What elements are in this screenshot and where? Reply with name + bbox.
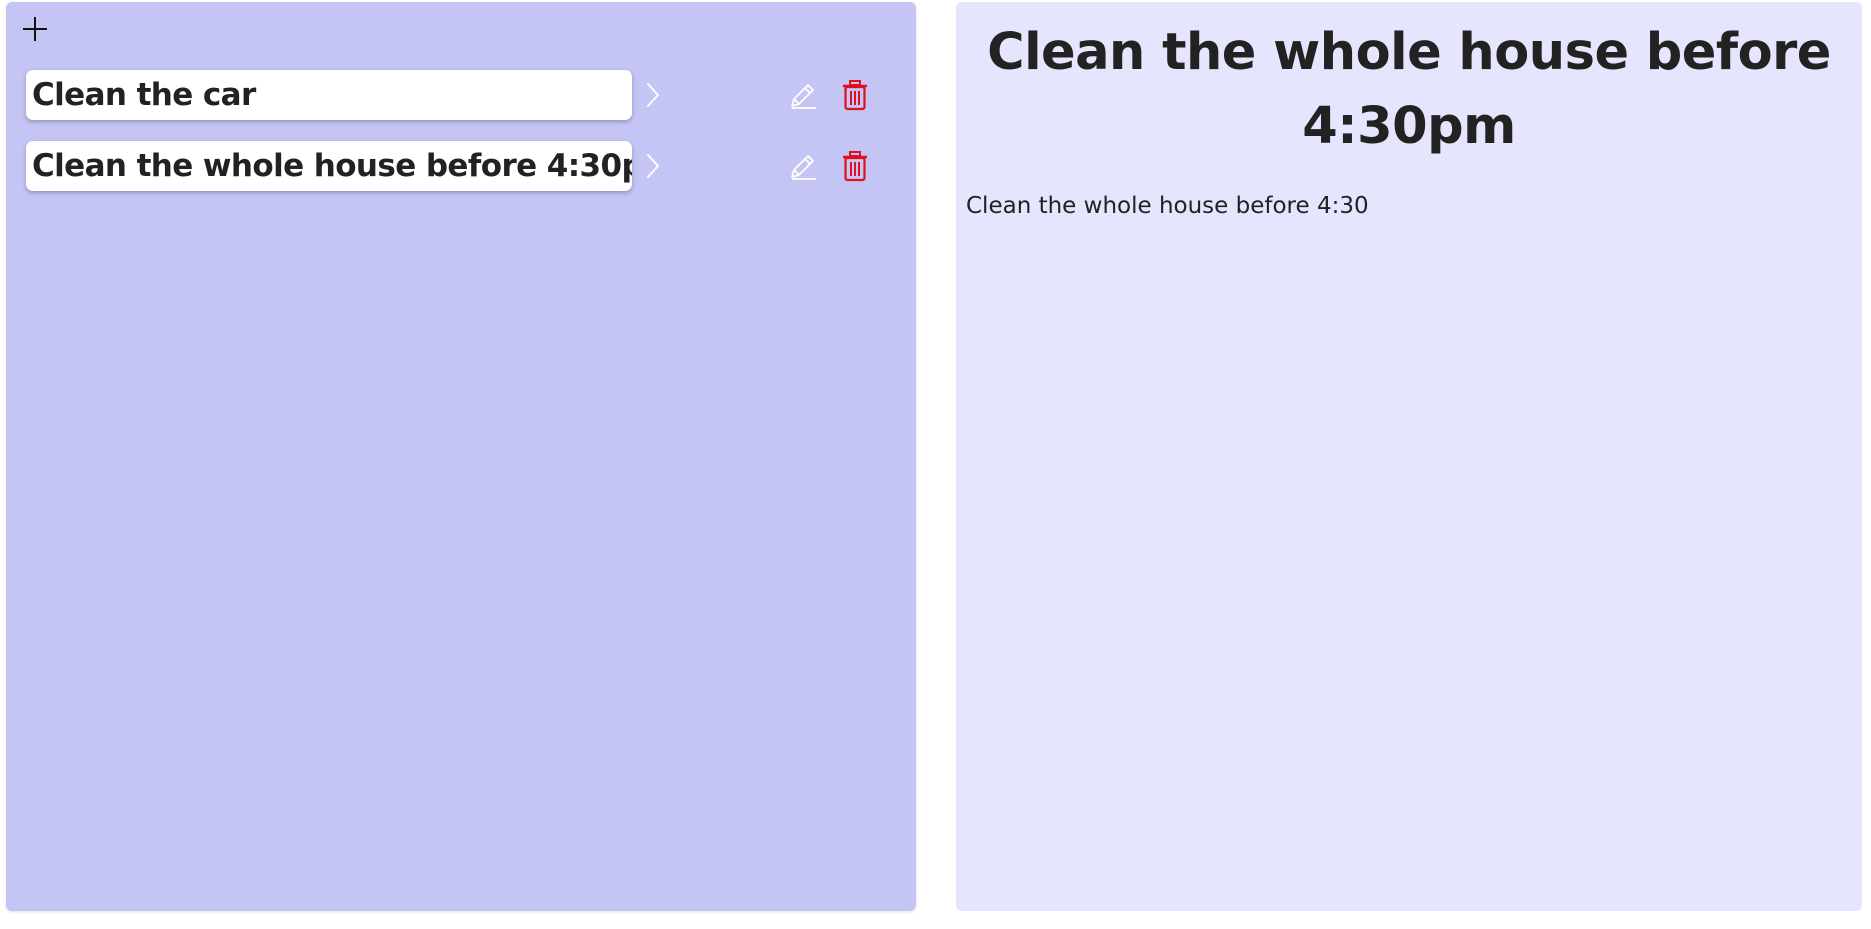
task-row: Clean the car bbox=[26, 70, 886, 120]
delete-task-button[interactable] bbox=[840, 150, 870, 182]
task-detail-panel: Clean the whole house before 4:30pm Clea… bbox=[956, 2, 1862, 911]
delete-task-button[interactable] bbox=[840, 79, 870, 111]
trash-icon bbox=[843, 80, 867, 111]
add-task-button[interactable] bbox=[20, 14, 50, 44]
chevron-right-icon bbox=[647, 154, 659, 178]
task-title[interactable]: Clean the whole house before 4:30pm bbox=[26, 141, 632, 191]
task-detail-title: Clean the whole house before 4:30pm bbox=[987, 23, 1831, 156]
task-detail-description: Clean the whole house before 4:30 bbox=[966, 193, 1369, 219]
pencil-icon bbox=[791, 84, 816, 109]
task-row: Clean the whole house before 4:30pm bbox=[26, 141, 886, 191]
open-task-button[interactable] bbox=[642, 151, 664, 181]
edit-task-button[interactable] bbox=[788, 80, 818, 110]
plus-icon bbox=[23, 17, 47, 41]
trash-icon bbox=[843, 151, 867, 182]
open-task-button[interactable] bbox=[642, 80, 664, 110]
task-title[interactable]: Clean the car bbox=[26, 70, 632, 120]
pencil-icon bbox=[791, 155, 816, 180]
chevron-right-icon bbox=[647, 83, 659, 107]
task-list-panel: Clean the car Clean the whole house befo… bbox=[6, 2, 916, 911]
edit-task-button[interactable] bbox=[788, 151, 818, 181]
